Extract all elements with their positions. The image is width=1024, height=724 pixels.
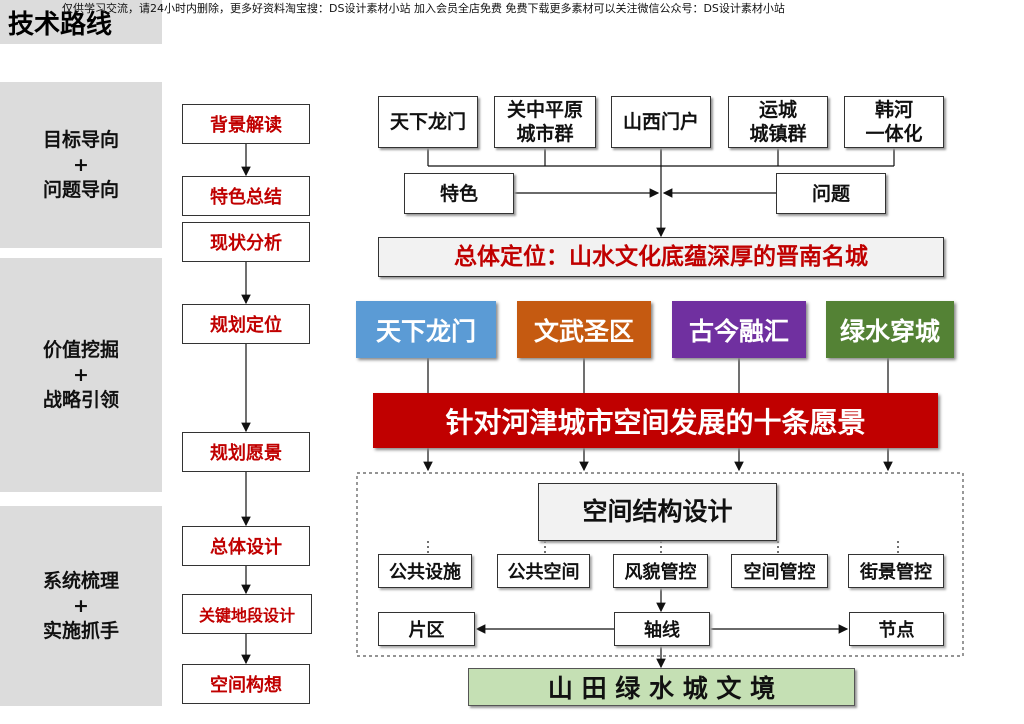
stage-plus: + bbox=[73, 153, 89, 176]
stage-line: 问题导向 bbox=[42, 178, 119, 201]
context-line: 城市群 bbox=[516, 123, 574, 145]
step-box: 现状分析 bbox=[182, 222, 310, 262]
context-line: 山西门户 bbox=[622, 111, 699, 133]
district-box: 片区 bbox=[378, 612, 475, 646]
stage-line: 系统梳理 bbox=[42, 569, 119, 592]
stage-line: 战略引领 bbox=[42, 388, 119, 411]
stage-plus: + bbox=[73, 594, 89, 617]
positioning-box: 总体定位：山水文化底蕴深厚的晋南名城 bbox=[378, 237, 944, 277]
step-box: 特色总结 bbox=[182, 176, 310, 216]
spatial-design-box: 空间结构设计 bbox=[538, 483, 777, 541]
stage-system: 系统梳理 + 实施抓手 bbox=[0, 506, 162, 706]
context-line: 城镇群 bbox=[749, 123, 807, 145]
step-box: 关键地段设计 bbox=[182, 594, 312, 634]
theme-box: 天下龙门 bbox=[356, 301, 496, 358]
step-box: 规划愿景 bbox=[182, 432, 310, 472]
watermark: 仅供学习交流，请24小时内删除，更多好资料淘宝搜：DS设计素材小站 加入会员全店… bbox=[62, 2, 785, 15]
control-box: 风貌管控 bbox=[613, 554, 708, 588]
context-line: 一体化 bbox=[865, 123, 923, 145]
control-box: 街景管控 bbox=[848, 554, 944, 588]
context-box: 运城 城镇群 bbox=[728, 96, 828, 148]
step-box: 总体设计 bbox=[182, 526, 310, 566]
theme-box: 古今融汇 bbox=[672, 301, 806, 358]
stage-line: 价值挖掘 bbox=[42, 338, 119, 361]
stage-value: 价值挖掘 + 战略引领 bbox=[0, 258, 162, 492]
step-box: 空间构想 bbox=[182, 664, 310, 704]
vision-banner: 针对河津城市空间发展的十条愿景 bbox=[373, 393, 938, 448]
theme-box: 绿水穿城 bbox=[826, 301, 954, 358]
context-box: 天下龙门 bbox=[378, 96, 478, 148]
control-box: 公共设施 bbox=[378, 554, 472, 588]
control-box: 空间管控 bbox=[731, 554, 828, 588]
axis-box: 轴线 bbox=[614, 612, 710, 646]
context-line: 运城 bbox=[758, 99, 797, 121]
control-box: 公共空间 bbox=[497, 554, 590, 588]
step-box: 背景解读 bbox=[182, 104, 310, 144]
step-box: 规划定位 bbox=[182, 304, 310, 344]
final-vision-box: 山 田 绿 水 城 文 境 bbox=[468, 668, 855, 706]
node-box: 节点 bbox=[849, 612, 944, 646]
context-line: 天下龙门 bbox=[389, 111, 466, 133]
stage-goal: 目标导向 + 问题导向 bbox=[0, 82, 162, 248]
features-box: 特色 bbox=[404, 173, 514, 214]
stage-line: 实施抓手 bbox=[42, 619, 119, 642]
stage-plus: + bbox=[73, 363, 89, 386]
context-box: 山西门户 bbox=[611, 96, 711, 148]
theme-box: 文武圣区 bbox=[517, 301, 651, 358]
context-line: 关中平原 bbox=[506, 99, 583, 121]
context-line: 韩河 bbox=[874, 99, 913, 121]
stage-line: 目标导向 bbox=[42, 128, 119, 151]
issues-box: 问题 bbox=[776, 173, 886, 214]
context-box: 关中平原 城市群 bbox=[494, 96, 596, 148]
context-box: 韩河 一体化 bbox=[844, 96, 944, 148]
